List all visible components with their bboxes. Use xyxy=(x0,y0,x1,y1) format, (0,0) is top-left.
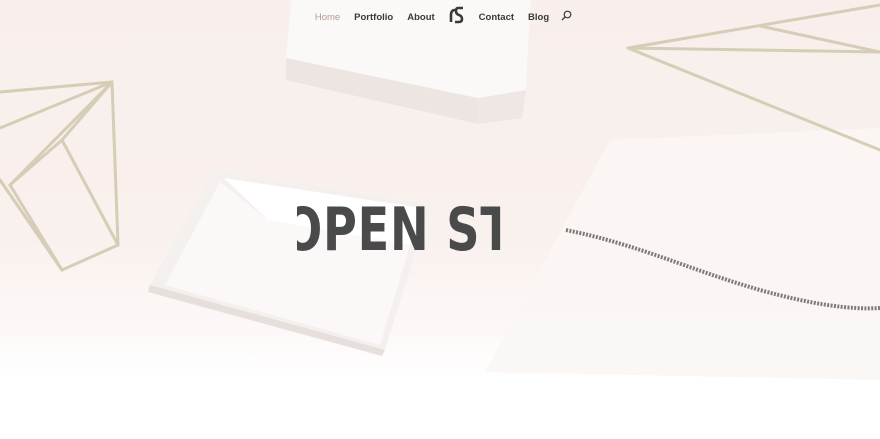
hero-section: OPEN STUDIO xyxy=(0,0,880,439)
nav-item-about[interactable]: About xyxy=(407,12,434,23)
nav-item-home[interactable]: Home xyxy=(315,12,340,23)
wire-geometry-left xyxy=(0,80,120,272)
nav-list: Home Portfolio About Contact Blog xyxy=(308,6,572,29)
open-studio-logo-icon xyxy=(449,6,463,23)
search-icon xyxy=(561,10,572,21)
main-navigation: Home Portfolio About Contact Blog xyxy=(0,0,880,34)
search-button[interactable] xyxy=(556,8,572,26)
hero-title-container: OPEN STUDIO xyxy=(297,196,579,266)
hero-title: OPEN STUDIO xyxy=(297,196,500,265)
nav-item-blog[interactable]: Blog xyxy=(528,12,549,23)
nav-item-portfolio[interactable]: Portfolio xyxy=(354,12,393,23)
nav-item-contact[interactable]: Contact xyxy=(479,12,514,23)
logo-link[interactable] xyxy=(442,6,472,29)
